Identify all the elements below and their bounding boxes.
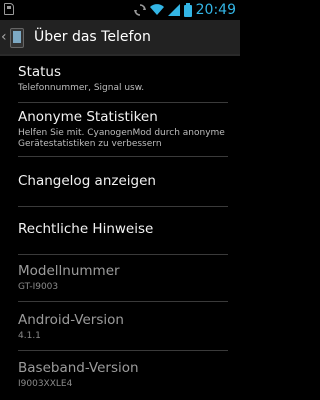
list-item-status[interactable]: Status Telefonnummer, Signal usw. [18,64,228,94]
item-label: Android-Version [18,312,124,328]
signal-icon [167,4,180,16]
settings-phone-icon[interactable] [10,28,24,48]
item-label: Modellnummer [18,263,120,279]
divider [18,301,228,302]
item-label: Baseband-Version [18,360,139,376]
list-item-model-number: Modellnummer GT-I9003 [18,263,228,293]
status-bar: 20:49 [0,0,240,20]
item-label: Rechtliche Hinweise [18,221,154,237]
action-bar[interactable]: ‹ Über das Telefon [0,20,240,56]
clock: 20:49 [195,2,236,18]
item-summary: I9003XXLE4 [18,379,73,389]
sync-icon [133,4,146,16]
divider [18,350,228,351]
item-summary: GT-I9003 [18,282,59,292]
divider [18,206,228,207]
wifi-icon [149,4,164,16]
list-item-baseband-version: Baseband-Version I9003XXLE4 [18,360,228,390]
item-label: Changelog anzeigen [18,173,156,189]
sd-card-icon [4,3,14,15]
battery-icon [183,3,192,17]
list-item-changelog[interactable]: Changelog anzeigen [18,173,228,189]
divider [18,156,228,157]
divider [18,102,228,103]
item-summary: Telefonnummer, Signal usw. [18,83,145,93]
status-left [4,3,14,15]
item-label: Anonyme Statistiken [18,109,158,125]
page-title: Über das Telefon [34,29,151,45]
list-item-legal[interactable]: Rechtliche Hinweise [18,221,228,237]
list-item-android-version: Android-Version 4.1.1 [18,312,228,342]
chevron-left-icon[interactable]: ‹ [1,28,7,46]
item-summary: Helfen Sie mit. CyanogenMod durch anonym… [18,128,225,149]
list-item-anonymous-stats[interactable]: Anonyme Statistiken Helfen Sie mit. Cyan… [18,109,228,150]
divider [18,254,228,255]
item-label: Status [18,64,62,80]
status-right: 20:49 [133,2,236,18]
item-summary: 4.1.1 [18,331,41,341]
